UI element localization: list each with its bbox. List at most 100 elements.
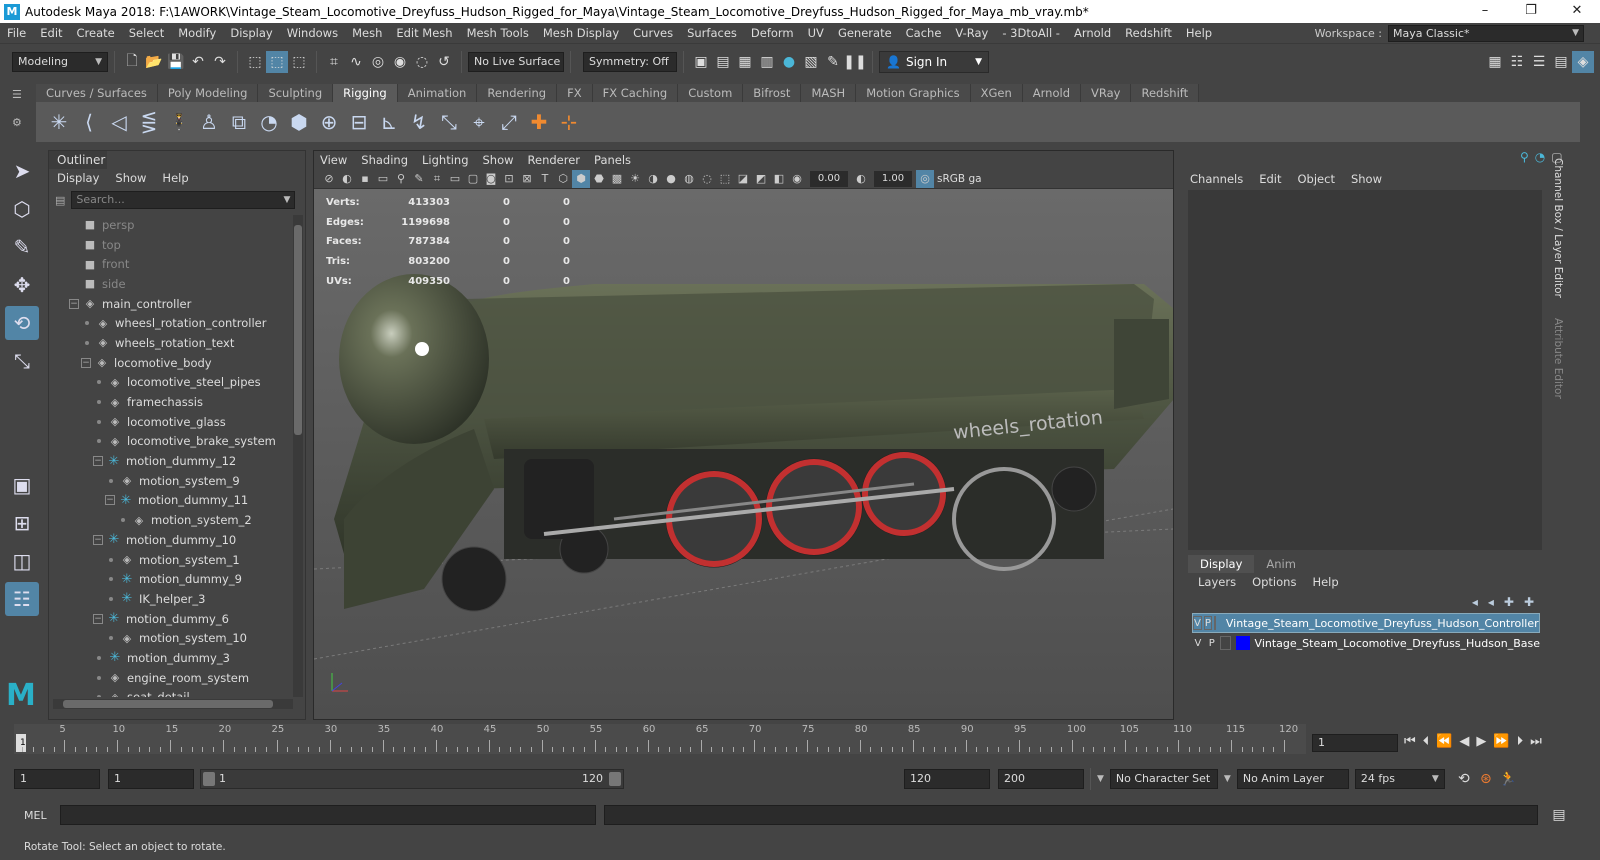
exposure-icon[interactable]: ◉ — [788, 170, 806, 188]
motion-blur-icon[interactable]: ◍ — [680, 170, 698, 188]
shelf-tab-xgen[interactable]: XGen — [970, 84, 1023, 102]
menu-modify[interactable]: Modify — [171, 26, 223, 40]
shelf-tab-mash[interactable]: MASH — [801, 84, 857, 102]
move-tool-icon[interactable]: ✥ — [5, 268, 39, 302]
symmetry-field[interactable]: Symmetry: Off — [583, 52, 677, 72]
outliner-item[interactable]: ◈ motion_system_9 — [49, 471, 293, 491]
step-forward-icon[interactable]: ⏵ — [1517, 734, 1524, 749]
shelf-tab-fx[interactable]: FX — [557, 84, 593, 102]
play-backward-icon[interactable]: ◀ — [1459, 734, 1469, 749]
menu-mesh-display[interactable]: Mesh Display — [536, 26, 626, 40]
range-start-handle[interactable] — [203, 772, 215, 786]
grease-pencil-icon[interactable]: ✎ — [410, 170, 428, 188]
2d-pan-zoom-icon[interactable]: ⚲ — [392, 170, 410, 188]
workspace-dropdown[interactable]: Maya Classic* ▼ — [1388, 24, 1584, 42]
bind-skin-icon[interactable]: ⧉ — [224, 105, 254, 139]
layer-playback-toggle[interactable]: P — [1203, 616, 1212, 630]
outliner-item[interactable]: ✳ IK_helper_3 — [49, 589, 293, 609]
shelf-tab-bifrost[interactable]: Bifrost — [743, 84, 802, 102]
wireframe-icon[interactable]: ⬡ — [554, 170, 572, 188]
current-frame-field[interactable]: 1 — [1312, 734, 1398, 752]
textured-icon[interactable]: ▩ — [608, 170, 626, 188]
layer-menu-help[interactable]: Help — [1312, 575, 1338, 589]
layer-display-type-toggle[interactable] — [1213, 616, 1216, 630]
redo-icon[interactable]: ↷ — [209, 51, 231, 73]
display-layer-row[interactable]: V P Vintage_Steam_Locomotive_Dreyfuss_Huds… — [1192, 613, 1540, 633]
layer-playback-toggle[interactable]: P — [1206, 636, 1218, 650]
viewport-menu-view[interactable]: View — [320, 153, 347, 167]
scale-tool-icon[interactable]: ⤡ — [5, 344, 39, 378]
outliner-item[interactable]: ◈ wheesl_rotation_controller — [49, 313, 293, 333]
grid-icon[interactable]: ⌗ — [428, 170, 446, 188]
menu-select[interactable]: Select — [122, 26, 171, 40]
ik-handle-icon[interactable]: ⟨ — [74, 105, 104, 139]
collapse-toggle-icon[interactable]: − — [105, 495, 115, 506]
outliner-item[interactable]: − ✳ motion_dummy_10 — [49, 530, 293, 550]
menu-display[interactable]: Display — [223, 26, 279, 40]
smooth-skin-icon[interactable]: ◔ — [254, 105, 284, 139]
shelf-tab-vray[interactable]: VRay — [1081, 84, 1132, 102]
shelf-tab-rendering[interactable]: Rendering — [477, 84, 558, 102]
maximize-button[interactable]: ❐ — [1508, 0, 1554, 23]
menu-uv[interactable]: UV — [801, 26, 831, 40]
cluster-icon[interactable]: ⊟ — [344, 105, 374, 139]
xray-joints-icon[interactable]: ◩ — [752, 170, 770, 188]
field-chart-icon[interactable]: ⊡ — [500, 170, 518, 188]
step-back-icon[interactable]: ⏴ — [1423, 734, 1430, 749]
snap-grid-icon[interactable]: ⌗ — [323, 51, 345, 73]
play-forward-icon[interactable]: ▶ — [1476, 734, 1486, 749]
shelf-tab-redshift[interactable]: Redshift — [1131, 84, 1200, 102]
fps-dropdown[interactable]: 24 fps ▼ — [1354, 769, 1445, 789]
outliner-vertical-scrollbar[interactable] — [293, 215, 303, 697]
outliner-item[interactable]: ◈ locomotive_glass — [49, 412, 293, 432]
four-view-layout-icon[interactable]: ⊞ — [5, 506, 39, 540]
search-options-icon[interactable]: ▤ — [55, 194, 65, 207]
outliner-layout-icon[interactable]: ☷ — [5, 582, 39, 616]
sync-icon[interactable]: ◔ — [1535, 150, 1545, 164]
search-input[interactable]: Search... ▼ — [71, 191, 296, 209]
single-perspective-layout-icon[interactable]: ▣ — [5, 468, 39, 502]
outliner-item[interactable]: − ✳ motion_dummy_6 — [49, 609, 293, 629]
menu-mesh-tools[interactable]: Mesh Tools — [460, 26, 536, 40]
side-tab-attribute-editor[interactable]: Attribute Editor — [1552, 318, 1564, 399]
new-scene-icon[interactable]: 🗋 — [121, 51, 143, 73]
gate-mask-icon[interactable]: ◙ — [482, 170, 500, 188]
gamma-icon[interactable]: ◐ — [852, 170, 870, 188]
channel-menu-channels[interactable]: Channels — [1190, 172, 1243, 186]
collapse-toggle-icon[interactable]: − — [93, 456, 103, 467]
collapse-toggle-icon[interactable]: − — [93, 534, 103, 545]
menu-redshift[interactable]: Redshift — [1118, 26, 1179, 40]
outliner-item[interactable]: ■ side — [49, 274, 293, 294]
outliner-item[interactable]: − ◈ locomotive_body — [49, 353, 293, 373]
go-to-start-icon[interactable]: ⏮ — [1404, 734, 1416, 749]
layer-tab-anim[interactable]: Anim — [1254, 555, 1308, 573]
camera-attributes-icon[interactable]: ◐ — [338, 170, 356, 188]
menu-v-ray[interactable]: V-Ray — [948, 26, 995, 40]
viewport-menu-panels[interactable]: Panels — [594, 153, 631, 167]
lasso-tool-icon[interactable]: ⬡ — [5, 192, 39, 226]
outliner-item[interactable]: ■ top — [49, 235, 293, 255]
menu-file[interactable]: File — [0, 26, 33, 40]
scale-constraint-icon[interactable]: ⤡ — [434, 105, 464, 139]
outliner-item[interactable]: ◈ framechassis — [49, 392, 293, 412]
shelf-tab-rigging[interactable]: Rigging — [333, 84, 398, 102]
menu-3dtoall[interactable]: - 3DtoAll - — [995, 26, 1067, 40]
outliner-item[interactable]: ◈ seat_detail — [49, 688, 293, 697]
menu-edit-mesh[interactable]: Edit Mesh — [389, 26, 459, 40]
shelf-tab-fx-caching[interactable]: FX Caching — [592, 84, 679, 102]
outliner-item[interactable]: ■ persp — [49, 215, 293, 235]
layer-editor-icon[interactable]: ◈ — [1572, 51, 1594, 73]
quick-rig-icon[interactable]: 🕴 — [164, 105, 194, 139]
viewport-menu-renderer[interactable]: Renderer — [528, 153, 581, 167]
move-layer-up-icon[interactable]: ◂ — [1472, 595, 1478, 609]
range-bar[interactable]: 1 120 — [200, 769, 624, 789]
minimize-button[interactable]: – — [1462, 0, 1508, 23]
layer-tab-display[interactable]: Display — [1188, 555, 1255, 573]
outliner-item[interactable]: ◈ locomotive_steel_pipes — [49, 373, 293, 393]
viewport-menu-shading[interactable]: Shading — [361, 153, 408, 167]
orient-constraint-icon[interactable]: ⊾ — [374, 105, 404, 139]
wireframe-on-shaded-icon[interactable]: ⬣ — [590, 170, 608, 188]
joint-tool-icon[interactable]: ✳ — [44, 105, 74, 139]
outliner-item[interactable]: − ✳ motion_dummy_11 — [49, 491, 293, 511]
safe-action-icon[interactable]: ⊠ — [518, 170, 536, 188]
